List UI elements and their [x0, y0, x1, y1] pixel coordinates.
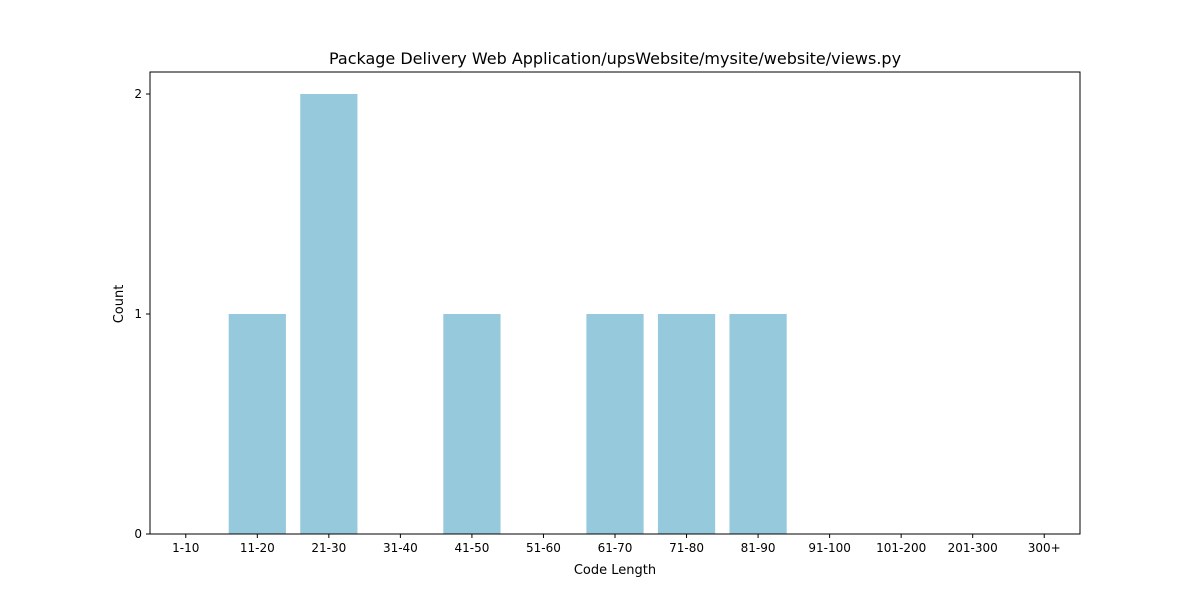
y-tick-label: 1 [134, 307, 142, 321]
chart-figure: Package Delivery Web Application/upsWebs… [0, 0, 1200, 600]
bars-layer [228, 94, 787, 534]
x-tick-label: 81-90 [741, 541, 776, 555]
bar-61-70 [586, 314, 644, 534]
y-tick-label: 0 [134, 527, 142, 541]
x-tick-label: 31-40 [383, 541, 418, 555]
x-tick-label: 51-60 [526, 541, 561, 555]
x-tick-label: 91-100 [808, 541, 851, 555]
y-axis-label: Count [112, 285, 127, 324]
y-tick-label: 2 [134, 87, 142, 101]
x-tick-label: 300+ [1028, 541, 1061, 555]
bar-41-50 [443, 314, 501, 534]
x-tick-label: 201-300 [948, 541, 998, 555]
x-tick-label: 21-30 [311, 541, 346, 555]
bar-chart: Package Delivery Web Application/upsWebs… [112, 49, 1081, 578]
bar-71-80 [657, 314, 716, 534]
x-tick-label: 1-10 [172, 541, 199, 555]
chart-title: Package Delivery Web Application/upsWebs… [329, 49, 901, 68]
x-tick-label: 61-70 [598, 541, 633, 555]
x-tick-label: 101-200 [876, 541, 926, 555]
bar-11-20 [228, 314, 286, 534]
bar-81-90 [729, 314, 787, 534]
x-axis-label: Code Length [574, 563, 656, 578]
x-tick-label: 41-50 [454, 541, 489, 555]
x-tick-label: 11-20 [240, 541, 275, 555]
bar-21-30 [300, 94, 358, 534]
x-tick-label: 71-80 [669, 541, 704, 555]
